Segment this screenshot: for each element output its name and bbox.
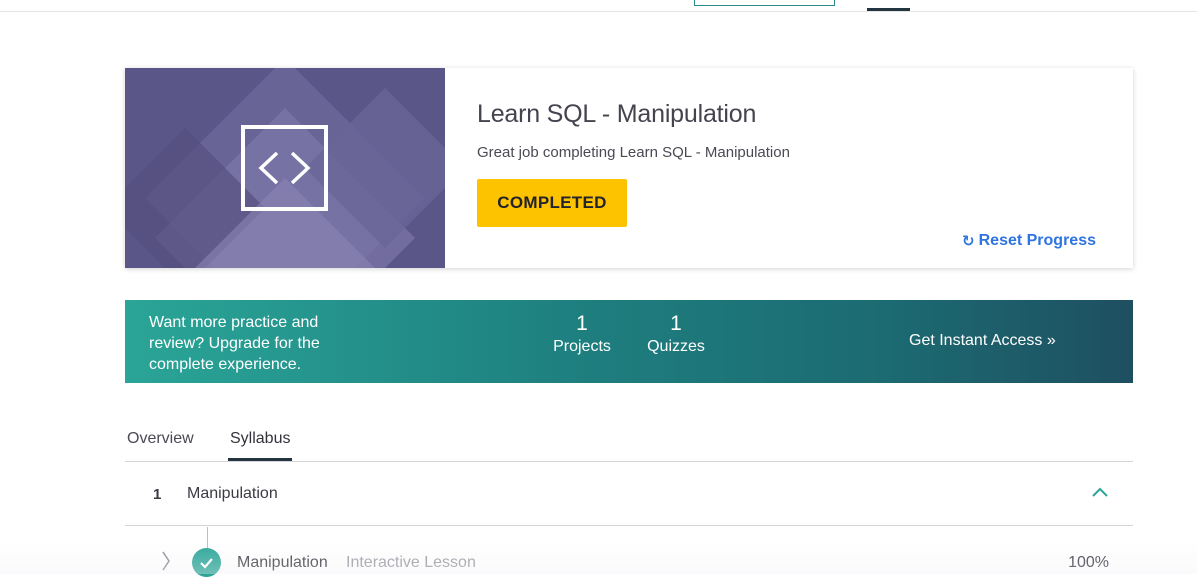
lesson-name[interactable]: Manipulation bbox=[237, 554, 328, 572]
quizzes-label: Quizzes bbox=[647, 338, 705, 355]
upgrade-message: Want more practice and review? Upgrade f… bbox=[149, 314, 320, 373]
top-navigation-bar bbox=[0, 0, 1197, 12]
refresh-icon: ↻ bbox=[962, 233, 975, 250]
upgrade-banner: Want more practice and review? Upgrade f… bbox=[125, 300, 1133, 383]
reset-progress-link[interactable]: ↻ Reset Progress bbox=[962, 232, 1096, 250]
completed-status-button[interactable]: COMPLETED bbox=[477, 179, 627, 227]
module-title: Manipulation bbox=[187, 485, 278, 502]
course-title: Learn SQL - Manipulation bbox=[477, 100, 757, 128]
lesson-row[interactable]: Manipulation Interactive Lesson 100% bbox=[125, 544, 1133, 577]
get-instant-access-link[interactable]: Get Instant Access » bbox=[909, 332, 1056, 350]
quizzes-stat: 1 Quizzes bbox=[645, 312, 707, 358]
projects-stat: 1 Projects bbox=[551, 312, 613, 358]
lesson-type: Interactive Lesson bbox=[346, 554, 476, 571]
projects-label: Projects bbox=[553, 338, 611, 355]
tab-syllabus[interactable]: Syllabus bbox=[228, 430, 293, 461]
course-banner-image bbox=[125, 68, 445, 268]
lesson-progress: 100% bbox=[1068, 554, 1109, 571]
completed-check-icon bbox=[192, 548, 221, 577]
course-card: Learn SQL - Manipulation Great job compl… bbox=[125, 68, 1133, 268]
tab-overview[interactable]: Overview bbox=[127, 430, 194, 458]
course-info: Learn SQL - Manipulation Great job compl… bbox=[477, 68, 1133, 268]
quizzes-count: 1 bbox=[670, 312, 682, 335]
course-tabs: Overview Syllabus bbox=[125, 424, 1133, 462]
chevron-right-icon[interactable] bbox=[161, 550, 171, 572]
course-subtitle: Great job completing Learn SQL - Manipul… bbox=[477, 144, 790, 161]
syllabus-module-row[interactable]: 1 Manipulation bbox=[125, 463, 1133, 526]
reset-progress-label: Reset Progress bbox=[978, 232, 1096, 249]
projects-count: 1 bbox=[576, 312, 588, 335]
nav-outline-button[interactable] bbox=[694, 0, 835, 6]
module-number: 1 bbox=[153, 486, 162, 503]
chevron-up-icon[interactable] bbox=[1091, 485, 1109, 499]
nav-active-indicator bbox=[867, 8, 910, 11]
